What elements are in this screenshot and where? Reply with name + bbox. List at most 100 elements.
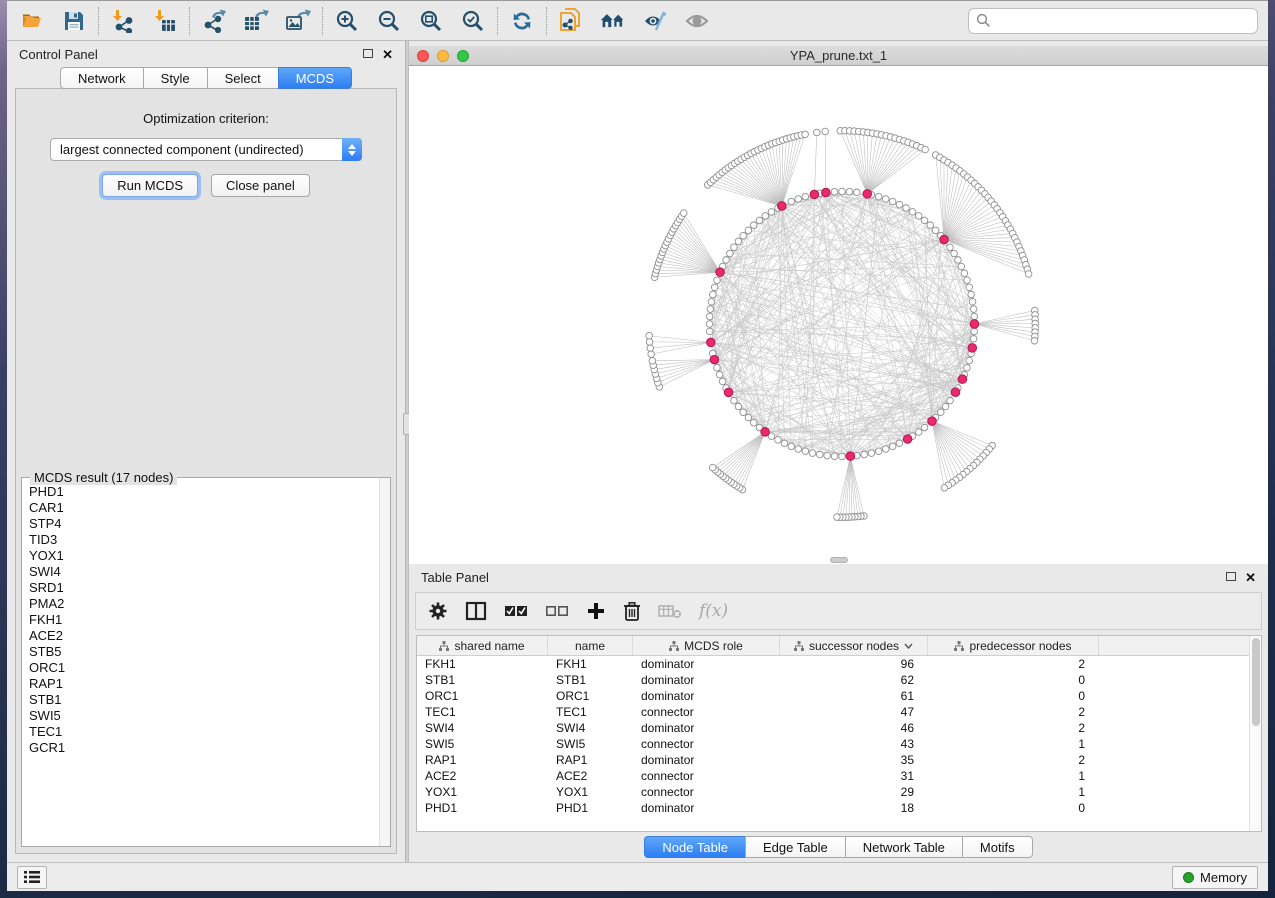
cell-name[interactable]: PHD1 xyxy=(548,800,633,816)
tab-motifs[interactable]: Motifs xyxy=(962,836,1033,858)
table-row[interactable]: SWI4 SWI4 dominator 46 2 xyxy=(417,720,1249,736)
column-header-name[interactable]: name xyxy=(548,636,633,655)
cell-predecessor-nodes[interactable]: 1 xyxy=(928,768,1099,784)
cell-predecessor-nodes[interactable]: 2 xyxy=(928,720,1099,736)
cell-mcds-role[interactable]: dominator xyxy=(633,656,780,672)
save-session-icon[interactable] xyxy=(61,8,87,34)
network-canvas[interactable] xyxy=(409,66,1268,564)
mcds-result-list[interactable]: PHD1CAR1STP4TID3YOX1SWI4SRD1PMA2FKH1ACE2… xyxy=(22,478,379,846)
cell-mcds-role[interactable]: connector xyxy=(633,704,780,720)
import-network-icon[interactable] xyxy=(110,8,136,34)
cell-predecessor-nodes[interactable]: 0 xyxy=(928,688,1099,704)
cell-mcds-role[interactable]: dominator xyxy=(633,688,780,704)
cell-name[interactable]: ACE2 xyxy=(548,768,633,784)
result-node-item[interactable]: STB5 xyxy=(29,644,379,660)
table-row[interactable]: RAP1 RAP1 dominator 35 2 xyxy=(417,752,1249,768)
result-node-item[interactable]: FKH1 xyxy=(29,612,379,628)
cell-predecessor-nodes[interactable]: 2 xyxy=(928,752,1099,768)
cell-successor-nodes[interactable]: 46 xyxy=(780,720,928,736)
result-node-item[interactable]: ACE2 xyxy=(29,628,379,644)
tab-node-table[interactable]: Node Table xyxy=(644,836,746,858)
cell-shared-name[interactable]: TEC1 xyxy=(417,704,548,720)
zoom-fit-icon[interactable] xyxy=(418,8,444,34)
criterion-select[interactable]: largest connected component (undirected) xyxy=(50,138,362,161)
tab-style[interactable]: Style xyxy=(143,67,208,89)
delete-column-icon[interactable] xyxy=(623,599,641,623)
tab-network[interactable]: Network xyxy=(60,67,144,89)
birds-eye-view-icon[interactable] xyxy=(684,8,710,34)
result-node-item[interactable]: TEC1 xyxy=(29,724,379,740)
result-node-item[interactable]: STP4 xyxy=(29,516,379,532)
cell-successor-nodes[interactable]: 62 xyxy=(780,672,928,688)
close-panel-button[interactable]: Close panel xyxy=(211,174,310,197)
search-box[interactable] xyxy=(968,8,1258,34)
hide-labels-icon[interactable] xyxy=(642,8,668,34)
cell-name[interactable]: YOX1 xyxy=(548,784,633,800)
cell-predecessor-nodes[interactable]: 0 xyxy=(928,800,1099,816)
memory-button[interactable]: Memory xyxy=(1172,866,1258,889)
result-node-item[interactable]: SWI5 xyxy=(29,708,379,724)
cell-shared-name[interactable]: PHD1 xyxy=(417,800,548,816)
network-document-icon[interactable] xyxy=(558,8,584,34)
cell-successor-nodes[interactable]: 35 xyxy=(780,752,928,768)
zoom-in-icon[interactable] xyxy=(334,8,360,34)
cell-shared-name[interactable]: SWI4 xyxy=(417,720,548,736)
cell-shared-name[interactable]: FKH1 xyxy=(417,656,548,672)
show-columns-icon[interactable] xyxy=(465,599,487,623)
show-all-networks-icon[interactable] xyxy=(600,8,626,34)
result-list-scrollbar[interactable] xyxy=(379,478,390,846)
cell-mcds-role[interactable]: dominator xyxy=(633,800,780,816)
export-table-icon[interactable] xyxy=(243,8,269,34)
table-row[interactable]: ORC1 ORC1 dominator 61 0 xyxy=(417,688,1249,704)
cell-predecessor-nodes[interactable]: 1 xyxy=(928,736,1099,752)
export-network-icon[interactable] xyxy=(201,8,227,34)
create-column-icon[interactable] xyxy=(586,599,606,623)
cell-successor-nodes[interactable]: 47 xyxy=(780,704,928,720)
cell-shared-name[interactable]: SWI5 xyxy=(417,736,548,752)
table-row[interactable]: YOX1 YOX1 connector 29 1 xyxy=(417,784,1249,800)
cell-successor-nodes[interactable]: 96 xyxy=(780,656,928,672)
result-node-item[interactable]: SWI4 xyxy=(29,564,379,580)
cell-shared-name[interactable]: ACE2 xyxy=(417,768,548,784)
table-row[interactable]: ACE2 ACE2 connector 31 1 xyxy=(417,768,1249,784)
network-titlebar[interactable]: YPA_prune.txt_1 xyxy=(409,46,1268,66)
result-node-item[interactable]: STB1 xyxy=(29,692,379,708)
result-node-item[interactable]: RAP1 xyxy=(29,676,379,692)
tab-mcds[interactable]: MCDS xyxy=(278,67,352,89)
result-node-item[interactable]: SRD1 xyxy=(29,580,379,596)
cell-shared-name[interactable]: RAP1 xyxy=(417,752,548,768)
tab-select[interactable]: Select xyxy=(207,67,279,89)
cell-successor-nodes[interactable]: 31 xyxy=(780,768,928,784)
table-settings-gear-icon[interactable] xyxy=(428,599,448,623)
network-graph[interactable] xyxy=(409,66,1268,564)
result-node-item[interactable]: YOX1 xyxy=(29,548,379,564)
float-table-panel-icon[interactable] xyxy=(1226,570,1236,584)
export-image-icon[interactable] xyxy=(285,8,311,34)
table-row[interactable]: FKH1 FKH1 dominator 96 2 xyxy=(417,656,1249,672)
tab-network-table[interactable]: Network Table xyxy=(845,836,963,858)
cell-mcds-role[interactable]: dominator xyxy=(633,672,780,688)
close-panel-icon[interactable]: ✕ xyxy=(382,48,393,61)
cell-shared-name[interactable]: STB1 xyxy=(417,672,548,688)
table-row[interactable]: PHD1 PHD1 dominator 18 0 xyxy=(417,800,1249,816)
zoom-out-icon[interactable] xyxy=(376,8,402,34)
cell-name[interactable]: STB1 xyxy=(548,672,633,688)
cell-predecessor-nodes[interactable]: 0 xyxy=(928,672,1099,688)
result-node-item[interactable]: PHD1 xyxy=(29,484,379,500)
table-scrollbar-thumb[interactable] xyxy=(1252,638,1260,726)
cell-successor-nodes[interactable]: 18 xyxy=(780,800,928,816)
result-node-item[interactable]: CAR1 xyxy=(29,500,379,516)
column-header-predecessor-nodes[interactable]: predecessor nodes xyxy=(928,636,1099,655)
cell-predecessor-nodes[interactable]: 2 xyxy=(928,704,1099,720)
search-input[interactable] xyxy=(996,13,1250,28)
task-history-button[interactable] xyxy=(17,866,47,889)
cell-name[interactable]: FKH1 xyxy=(548,656,633,672)
cell-successor-nodes[interactable]: 61 xyxy=(780,688,928,704)
column-header-shared-name[interactable]: shared name xyxy=(417,636,548,655)
cell-successor-nodes[interactable]: 29 xyxy=(780,784,928,800)
cell-mcds-role[interactable]: connector xyxy=(633,736,780,752)
cell-mcds-role[interactable]: connector xyxy=(633,784,780,800)
close-table-panel-icon[interactable]: ✕ xyxy=(1245,571,1256,584)
deselect-all-rows-icon[interactable] xyxy=(545,599,569,623)
result-node-item[interactable]: PMA2 xyxy=(29,596,379,612)
